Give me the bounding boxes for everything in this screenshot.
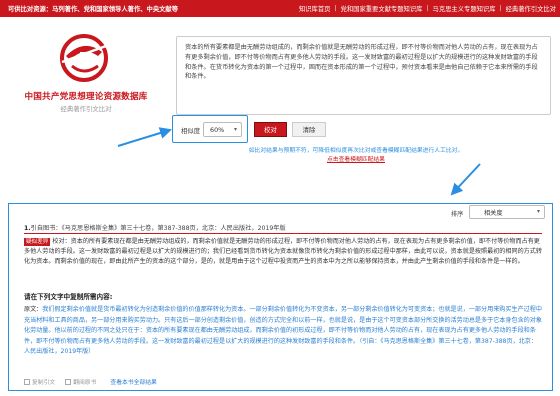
- checkbox-icon: [65, 378, 72, 385]
- view-all-results-link[interactable]: 查看本书全部结果: [110, 377, 156, 386]
- resource-summary: 可供比对资源：马列著作、党和国家领导人著作、中央文献等: [0, 4, 178, 13]
- sort-value: 相关度: [484, 209, 503, 217]
- comparison-paragraph: 疑似差异 校对：资本的所有要素现在都是由无酬劳动组成的，而剩余价值就是无酬劳动的形…: [24, 237, 542, 267]
- site-title: 中国共产党思想理论资源数据库: [24, 92, 148, 102]
- similarity-value: 60%: [210, 125, 225, 134]
- browse-book-action[interactable]: 翻阅原书: [65, 377, 96, 386]
- fuzzy-results-link[interactable]: 点击查看模糊匹配结果: [176, 154, 536, 163]
- sort-select[interactable]: 相关度 ▾: [469, 205, 545, 219]
- browse-book-label: 翻阅原书: [73, 380, 97, 386]
- similarity-label: 相似度: [181, 127, 201, 135]
- checkbox-icon: [24, 378, 30, 385]
- copy-instruction: 请在下列文字中复制所需内容:: [24, 293, 113, 301]
- comparison-text: 校对：资本的所有要素现在都是由无酬劳动组成的，而剩余价值就是无酬劳动的形成过程，…: [24, 238, 542, 265]
- source-text: 我们假定剩余价值就是货币最初转化为创造剩余价值的价值那样转化为资本。一部分剩余价…: [24, 306, 542, 356]
- citation-divider: [24, 233, 542, 234]
- top-nav-bar: 可供比对资源：马列著作、党和国家领导人著作、中央文献等 知识库首页 | 党和国家…: [0, 0, 560, 17]
- source-paragraph: 原文：我们假定剩余价值就是货币最初转化为创造剩余价值的价值那样转化为资本。一部分…: [24, 305, 542, 358]
- site-subtitle: 经典著作引文比对: [60, 105, 112, 113]
- logo-emblem-icon: [60, 34, 108, 82]
- nav-divider: |: [334, 5, 337, 12]
- resource-label: 可供比对资源：: [8, 6, 53, 13]
- nav-divider: |: [426, 5, 429, 12]
- copy-citation-label: 复制引文: [32, 380, 56, 386]
- query-text: 资本的所有要素都是由无酬劳动组成的，而剩余价值就是无酬劳动的形成过程，即不付等价…: [185, 44, 538, 81]
- hint-note: 如比对结果与预期不符，可降低相似度再次比对或查看模糊匹配结果进行人工比对。: [248, 148, 464, 154]
- nav-links: 知识库首页 | 党和国家重要文献专题知识库 | 马克思主义专题知识库 | 经典著…: [299, 4, 560, 13]
- check-button[interactable]: 校对: [254, 122, 287, 137]
- nav-divider: |: [499, 5, 502, 12]
- caret-down-icon: ▾: [233, 126, 237, 133]
- citation-text: 引自图书：《马克思恩格斯全集》第三十七卷，第387-388页，北京：人民出版社，…: [30, 225, 286, 232]
- match-tag: 疑似差异: [24, 238, 51, 246]
- similarity-select[interactable]: 60% ▾: [203, 122, 242, 137]
- sort-label: 排序: [451, 211, 464, 218]
- nav-home-link[interactable]: 知识库首页: [299, 4, 330, 13]
- clear-button[interactable]: 清除: [292, 122, 326, 137]
- result-actions: 复制引文 翻阅原书 查看本书全部结果: [24, 377, 157, 386]
- query-textarea[interactable]: 资本的所有要素都是由无酬劳动组成的，而剩余价值就是无酬劳动的形成过程，即不付等价…: [176, 36, 551, 115]
- nav-citation-compare-link[interactable]: 经典著作引文比对: [506, 4, 556, 13]
- nav-party-docs-link[interactable]: 党和国家重要文献专题知识库: [341, 4, 423, 13]
- nav-marxism-link[interactable]: 马克思主义专题知识库: [433, 4, 496, 13]
- citation-index: 1.: [24, 225, 31, 232]
- source-label: 原文：: [24, 306, 43, 313]
- citation-line: 1.引自图书：《马克思恩格斯全集》第三十七卷，第387-388页，北京：人民出版…: [24, 223, 544, 232]
- caret-down-icon: ▾: [536, 208, 540, 215]
- resource-items: 马列著作、党和国家领导人著作、中央文献等: [52, 6, 179, 13]
- copy-citation-action[interactable]: 复制引文: [24, 377, 55, 386]
